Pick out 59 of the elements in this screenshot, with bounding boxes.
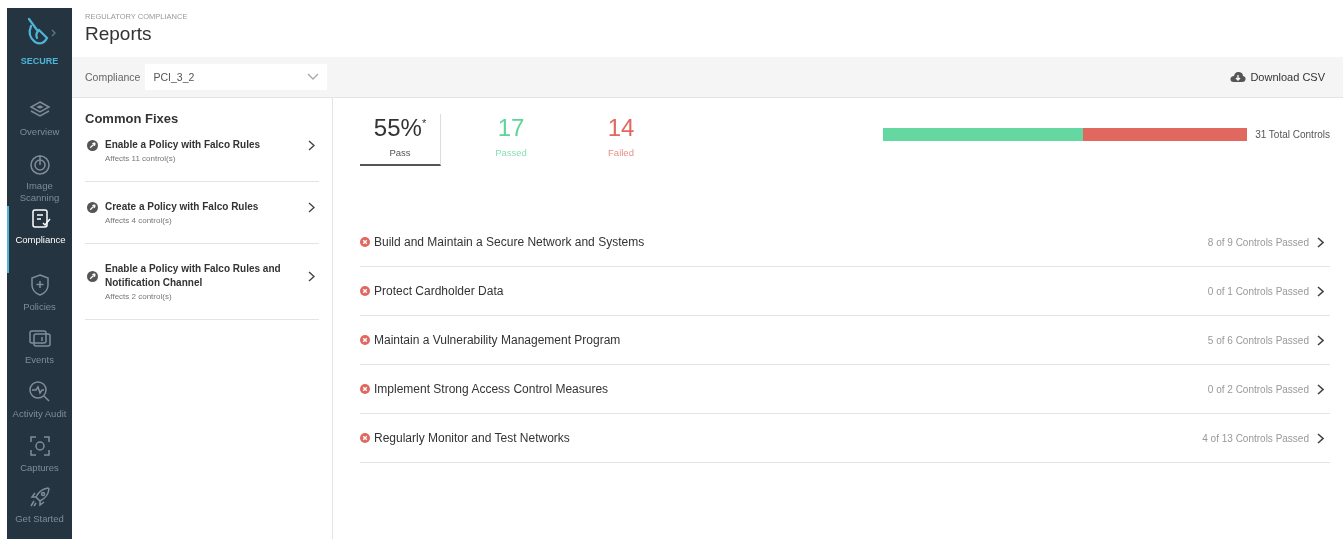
compliance-dropdown[interactable]: PCI_3_2 bbox=[145, 64, 328, 90]
fix-item[interactable]: Create a Policy with Falco Rules Affects 4 control(s) bbox=[85, 198, 319, 244]
requirement-title: Protect Cardholder Data bbox=[374, 284, 504, 298]
wrench-icon bbox=[87, 271, 98, 282]
chevron-down-icon bbox=[307, 73, 320, 81]
requirement-title: Build and Maintain a Secure Network and Systems bbox=[374, 235, 645, 249]
requirement-row[interactable]: Protect Cardholder Data 0 of 1 Controls Passed bbox=[360, 267, 1330, 316]
nav-item[interactable]: Image Scanning bbox=[7, 152, 72, 206]
chevron-right-icon bbox=[308, 140, 315, 151]
controls-passed: 0 of 1 Controls Passed bbox=[1207, 285, 1309, 297]
chevron-right-icon bbox=[308, 271, 315, 282]
fix-item[interactable]: Enable a Policy with Falco Rules and Notification Channel Affects 2 control(s) bbox=[85, 260, 319, 320]
product-name: SECURE bbox=[20, 56, 59, 66]
page-title: Reports bbox=[85, 23, 153, 45]
fix-affects: Affects 4 control(s) bbox=[105, 216, 173, 225]
chevron-right-icon bbox=[308, 202, 315, 213]
nav-item[interactable]: Compliance bbox=[7, 206, 72, 273]
wrench-icon bbox=[87, 140, 98, 151]
requirement-title: Regularly Monitor and Test Networks bbox=[374, 431, 570, 445]
controls-passed: 5 of 6 Controls Passed bbox=[1207, 334, 1309, 346]
nav-item[interactable]: Captures bbox=[7, 434, 72, 486]
failed-icon bbox=[360, 384, 370, 394]
nav-item[interactable]: Overview bbox=[7, 98, 72, 153]
total-controls: 31 Total Controls bbox=[1255, 128, 1330, 140]
controls-passed: 0 of 2 Controls Passed bbox=[1207, 383, 1309, 395]
nav-item[interactable]: Policies bbox=[7, 272, 72, 327]
failed-icon bbox=[360, 335, 370, 345]
requirement-row[interactable]: Maintain a Vulnerability Management Program 5 of 6 Controls Passed bbox=[360, 316, 1330, 365]
controls-passed: 8 of 9 Controls Passed bbox=[1207, 236, 1309, 248]
cloud-download-icon bbox=[1230, 71, 1247, 83]
stat-tab[interactable]: 55%$^{*}$ Pass bbox=[360, 114, 441, 166]
chevron-right-icon bbox=[1317, 285, 1324, 297]
chevron-right-icon bbox=[1317, 383, 1324, 395]
requirement-title: Implement Strong Access Control Measures bbox=[374, 382, 609, 396]
fix-affects: Affects 2 control(s) bbox=[105, 292, 173, 301]
requirement-row[interactable]: Regularly Monitor and Test Networks 4 of 13 Controls Passed bbox=[360, 414, 1330, 463]
chevron-right-icon bbox=[1317, 432, 1324, 444]
requirement-row[interactable]: Build and Maintain a Secure Network and Systems 8 of 9 Controls Passed bbox=[360, 218, 1330, 267]
fix-title: Enable a Policy with Falco Rules and Notification Channel bbox=[105, 262, 282, 290]
nav-item[interactable]: Activity Audit bbox=[7, 380, 72, 435]
fix-affects: Affects 11 control(s) bbox=[105, 154, 177, 163]
download-csv-button[interactable]: Download CSV bbox=[1230, 71, 1325, 83]
requirement-row[interactable]: Implement Strong Access Control Measures 0 of 2 Controls Passed bbox=[360, 365, 1330, 414]
controls-passed: 4 of 13 Controls Passed bbox=[1202, 432, 1309, 444]
failed-icon bbox=[360, 433, 370, 443]
nav-item[interactable]: Get Started bbox=[7, 485, 72, 539]
requirement-title: Maintain a Vulnerability Management Program bbox=[374, 333, 621, 347]
nav-item[interactable]: Events bbox=[7, 326, 72, 381]
fix-item[interactable]: Enable a Policy with Falco Rules Affects 11 control(s) bbox=[85, 136, 319, 182]
chevron-right-icon bbox=[1317, 236, 1324, 248]
panel-title: Common Fixes bbox=[85, 111, 180, 126]
filter-label: Compliance bbox=[85, 71, 141, 83]
failed-icon bbox=[360, 237, 370, 247]
chevron-right-icon bbox=[1317, 334, 1324, 346]
fix-title: Enable a Policy with Falco Rules bbox=[105, 138, 262, 152]
wrench-icon bbox=[87, 202, 98, 213]
power-icon bbox=[27, 152, 52, 177]
failed-icon bbox=[360, 286, 370, 296]
fix-title: Create a Policy with Falco Rules bbox=[105, 200, 260, 214]
